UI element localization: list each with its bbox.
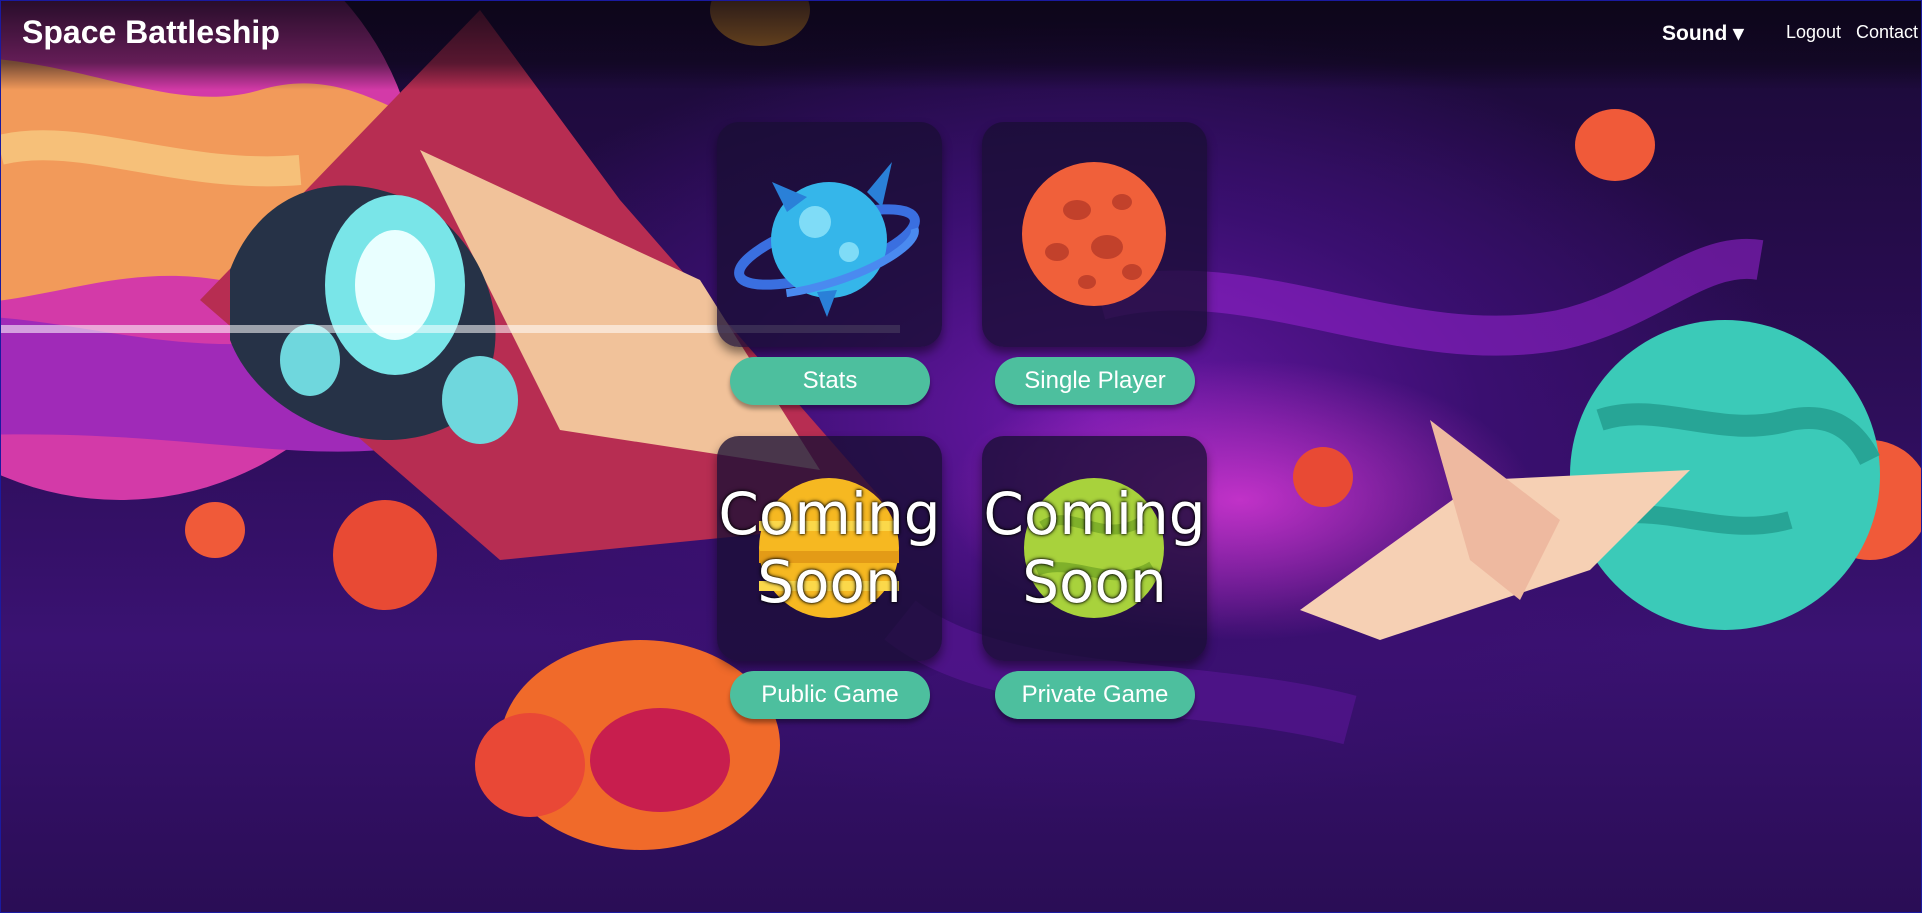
blue-spiked-planet-icon <box>734 162 920 317</box>
coming-soon-overlay: Coming Soon <box>718 480 941 616</box>
stats-card[interactable] <box>717 122 942 347</box>
single-player-card[interactable] <box>982 122 1207 347</box>
logout-link[interactable]: Logout <box>1786 22 1841 43</box>
top-navigation-bar: Space Battleship Sound ▾ Logout Contact <box>0 0 1922 90</box>
public-game-card: Coming Soon <box>717 436 942 661</box>
background-illustration <box>0 0 1922 850</box>
coming-soon-overlay: Coming Soon <box>983 480 1206 616</box>
sound-menu-toggle[interactable]: Sound ▾ <box>1662 21 1744 46</box>
stats-button[interactable]: Stats <box>730 357 930 405</box>
private-game-button[interactable]: Private Game <box>995 671 1195 719</box>
single-player-button[interactable]: Single Player <box>995 357 1195 405</box>
private-game-card: Coming Soon <box>982 436 1207 661</box>
red-cratered-planet-icon <box>1022 162 1166 306</box>
app-title[interactable]: Space Battleship <box>22 14 280 51</box>
public-game-button[interactable]: Public Game <box>730 671 930 719</box>
space-background <box>0 0 1922 913</box>
contact-link[interactable]: Contact <box>1856 22 1918 43</box>
